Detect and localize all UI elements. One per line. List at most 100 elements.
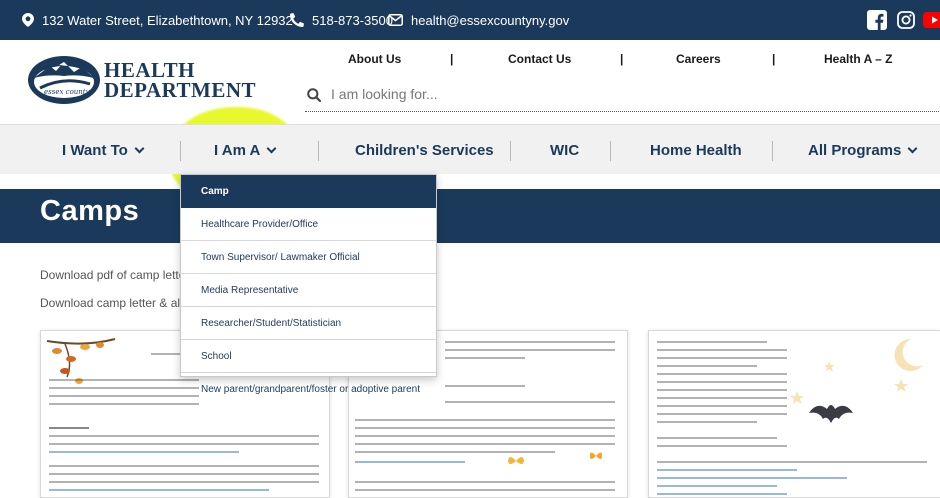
facebook-link[interactable]	[866, 9, 888, 31]
text-line	[49, 481, 319, 483]
address-link[interactable]: 132 Water Street, Elizabethtown, NY 1293…	[22, 0, 293, 40]
logo-wordmark: HEALTH DEPARTMENT	[104, 58, 257, 102]
nav-all-programs[interactable]: All Programs	[808, 125, 918, 175]
svg-text:essex county: essex county	[44, 88, 91, 96]
text-line	[657, 437, 777, 439]
link-line	[657, 493, 787, 495]
nav-label: WIC	[550, 141, 580, 159]
search-underline	[305, 111, 940, 112]
link-line	[49, 489, 269, 491]
page: 132 Water Street, Elizabethtown, NY 1293…	[0, 0, 940, 498]
site-search	[305, 80, 940, 112]
night-sky-bat-icon	[790, 338, 923, 423]
dropdown-item-researcher[interactable]: Researcher/Student/Statistician	[181, 307, 436, 340]
nav-label: Home Health	[650, 141, 742, 159]
text-line	[657, 461, 927, 463]
text-line	[657, 413, 787, 415]
text-line	[657, 389, 787, 391]
health-department-logo[interactable]: essex county HEALTH DEPARTMENT	[26, 54, 266, 110]
utility-separator: |	[620, 52, 624, 66]
rabies-exposure-thumbnail[interactable]	[648, 330, 940, 498]
text-line	[657, 357, 787, 359]
nav-i-want-to[interactable]: I Want To	[62, 125, 145, 175]
text-line	[355, 451, 555, 453]
butterfly-icon	[508, 457, 524, 464]
utility-links: About Us | Contact Us | Careers | Health…	[300, 50, 940, 72]
facebook-icon	[867, 10, 887, 30]
nav-label: I Am A	[214, 141, 261, 159]
butterfly-icon	[590, 452, 602, 459]
text-line	[445, 357, 525, 359]
link-line	[355, 461, 465, 463]
email-link[interactable]: health@essexcountyny.gov	[388, 0, 569, 40]
logo-line1: HEALTH	[104, 58, 195, 82]
main-navigation: I Want To I Am A Children's Services WIC…	[0, 124, 940, 174]
text-line	[657, 349, 787, 351]
location-pin-icon	[22, 13, 34, 27]
nav-separator	[610, 141, 611, 161]
nav-wic[interactable]: WIC	[550, 125, 579, 175]
dropdown-item-school[interactable]: School	[181, 340, 436, 373]
i-am-a-dropdown-menu: Camp Healthcare Provider/Office Town Sup…	[180, 174, 437, 395]
text-line	[49, 387, 199, 389]
link-line	[657, 469, 797, 471]
site-header: essex county HEALTH DEPARTMENT About Us …	[0, 40, 940, 118]
text-line	[49, 379, 199, 381]
text-line	[445, 401, 615, 403]
text-line	[657, 405, 787, 407]
chevron-down-icon	[134, 143, 145, 153]
chevron-down-icon	[266, 143, 277, 153]
phone-text: 518-873-3500	[312, 12, 393, 28]
youtube-link[interactable]	[923, 9, 940, 31]
address-text: 132 Water Street, Elizabethtown, NY 1293…	[42, 12, 293, 28]
dropdown-item-media-representative[interactable]: Media Representative	[181, 274, 436, 307]
text-line	[49, 395, 199, 397]
nav-label: All Programs	[808, 141, 902, 159]
text-line	[657, 365, 757, 367]
dropdown-item-new-parent[interactable]: New parent/grandparent/foster or adoptiv…	[181, 373, 436, 406]
text-line	[445, 341, 615, 343]
nav-home-health[interactable]: Home Health	[650, 125, 742, 175]
dropdown-item-healthcare-provider[interactable]: Healthcare Provider/Office	[181, 208, 436, 241]
text-line	[657, 341, 767, 343]
youtube-icon	[923, 12, 940, 28]
logo-line2: DEPARTMENT	[104, 78, 257, 102]
autumn-branch-icon	[46, 338, 116, 384]
text-line	[355, 435, 615, 437]
envelope-icon	[388, 14, 403, 26]
text-line	[49, 435, 319, 437]
text-line	[355, 481, 615, 483]
search-input[interactable]	[331, 86, 831, 102]
nav-i-am-a[interactable]: I Am A	[214, 125, 277, 175]
health-a-z-link[interactable]: Health A – Z	[824, 52, 892, 66]
instagram-link[interactable]	[895, 9, 917, 31]
page-title-banner: Camps	[0, 189, 940, 243]
search-icon[interactable]	[307, 88, 322, 107]
text-line	[49, 473, 319, 475]
download-letter-text: Download camp letter & all t	[40, 296, 190, 310]
text-line	[49, 465, 319, 467]
nav-label: Children's Services	[355, 141, 494, 159]
utility-separator: |	[772, 52, 776, 66]
instagram-icon	[897, 11, 915, 29]
page-title: Camps	[40, 195, 140, 227]
text-line	[657, 445, 787, 447]
careers-link[interactable]: Careers	[676, 52, 721, 66]
nav-separator	[180, 141, 181, 161]
utility-separator: |	[450, 52, 454, 66]
link-line	[49, 451, 239, 453]
nav-separator	[318, 141, 319, 161]
contact-us-link[interactable]: Contact Us	[508, 52, 571, 66]
nav-childrens-services[interactable]: Children's Services	[355, 125, 494, 175]
dropdown-item-town-supervisor[interactable]: Town Supervisor/ Lawmaker Official	[181, 241, 436, 274]
nav-label: I Want To	[62, 141, 128, 159]
text-line	[355, 419, 615, 421]
email-text: health@essexcountyny.gov	[411, 12, 570, 28]
dropdown-item-camp[interactable]: Camp	[181, 175, 436, 208]
about-us-link[interactable]: About Us	[348, 52, 401, 66]
text-line	[657, 381, 787, 383]
phone-link[interactable]: 518-873-3500	[290, 0, 393, 40]
text-line	[657, 373, 787, 375]
text-line	[49, 443, 319, 445]
text-line	[355, 443, 615, 445]
